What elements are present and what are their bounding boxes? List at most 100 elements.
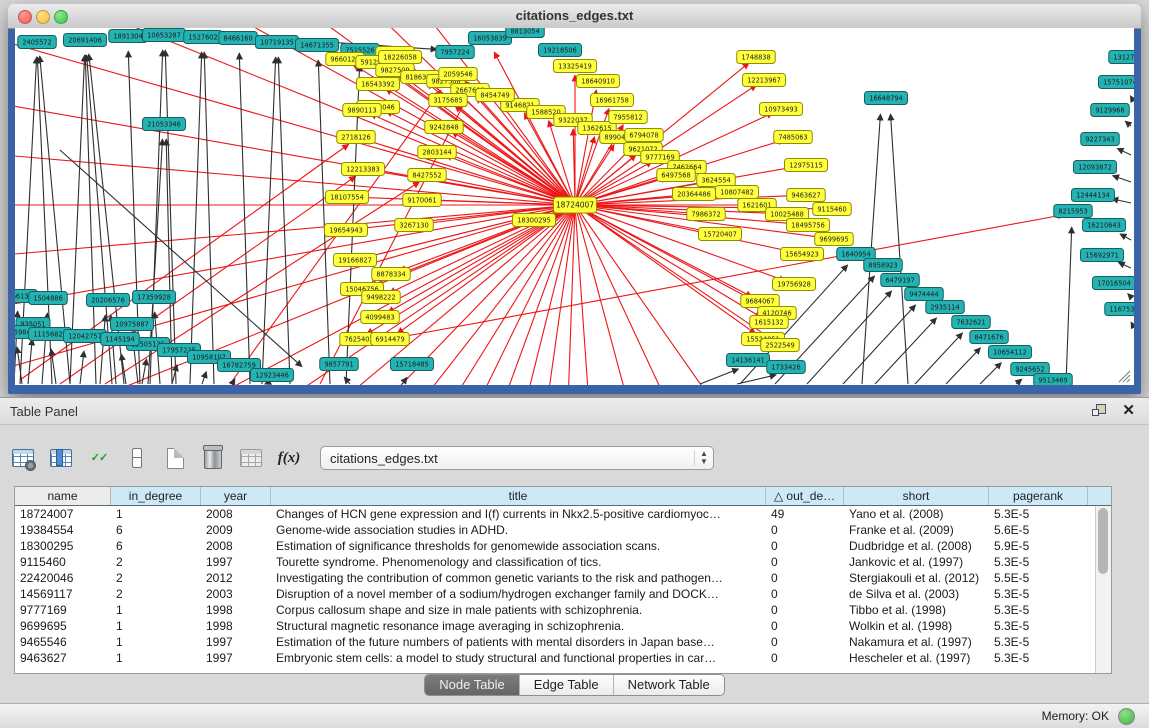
- graph-node[interactable]: 1167533: [1105, 303, 1134, 316]
- table-cell[interactable]: Changes of HCN gene expression and I(f) …: [271, 507, 766, 521]
- table-cell[interactable]: Wolkin et al. (1998): [844, 619, 989, 633]
- new-table-button[interactable]: [162, 445, 188, 471]
- table-cell[interactable]: 1: [111, 651, 201, 665]
- table-cell[interactable]: Tourette syndrome. Phenomenology and cla…: [271, 555, 766, 569]
- tab-edge-table[interactable]: Edge Table: [520, 675, 614, 695]
- graph-node[interactable]: 17359928: [133, 291, 176, 304]
- graph-node[interactable]: 9890113: [343, 104, 382, 117]
- table-cell[interactable]: 5.6E-5: [989, 523, 1088, 537]
- graph-node[interactable]: 9115460: [813, 203, 852, 216]
- graph-node[interactable]: 12444134: [1072, 189, 1115, 202]
- graph-node[interactable]: 10807482: [716, 186, 759, 199]
- table-cell[interactable]: 5.9E-5: [989, 539, 1088, 553]
- window-resize-grip[interactable]: [1117, 369, 1131, 383]
- graph-node[interactable]: 19756928: [773, 278, 816, 291]
- graph-node[interactable]: 8471676: [970, 331, 1009, 344]
- graph-node[interactable]: 8466160: [219, 32, 258, 45]
- graph-node[interactable]: 9227343: [1081, 133, 1120, 146]
- table-row[interactable]: 1456911722003Disruption of a novel membe…: [15, 586, 1111, 602]
- table-cell[interactable]: 1: [111, 619, 201, 633]
- graph-node[interactable]: 1504886: [29, 292, 68, 305]
- graph-node[interactable]: 20691406: [64, 34, 107, 47]
- graph-node[interactable]: 19654943: [325, 224, 368, 237]
- graph-node[interactable]: 20364486: [673, 188, 716, 201]
- table-cell[interactable]: 5.3E-5: [989, 619, 1088, 633]
- table-row[interactable]: 969969511998Structural magnetic resonanc…: [15, 618, 1111, 634]
- graph-node[interactable]: 7986372: [687, 208, 726, 221]
- table-cell[interactable]: Nakamura et al. (1997): [844, 635, 989, 649]
- graph-node[interactable]: 15751074: [1099, 76, 1135, 89]
- table-cell[interactable]: 2009: [201, 523, 271, 537]
- graph-node[interactable]: 19218506: [539, 44, 582, 57]
- function-builder-button[interactable]: f(x): [276, 445, 302, 471]
- graph-node[interactable]: 12213383: [342, 163, 385, 176]
- table-cell[interactable]: Embryonic stem cells: a model to study s…: [271, 651, 766, 665]
- graph-node[interactable]: 16543392: [357, 78, 400, 91]
- graph-node[interactable]: 19166827: [334, 254, 377, 267]
- table-cell[interactable]: 1998: [201, 603, 271, 617]
- graph-node[interactable]: 6497568: [657, 169, 696, 182]
- table-cell[interactable]: 5.3E-5: [989, 651, 1088, 665]
- column-header-title[interactable]: title: [271, 487, 766, 505]
- graph-node[interactable]: 18640910: [577, 75, 620, 88]
- graph-node[interactable]: 2522549: [761, 339, 800, 352]
- table-cell[interactable]: 0: [766, 523, 844, 537]
- graph-node[interactable]: 18495756: [787, 219, 830, 232]
- graph-node[interactable]: 15654923: [781, 248, 824, 261]
- delete-table-button[interactable]: [200, 445, 226, 471]
- table-cell[interactable]: 0: [766, 635, 844, 649]
- graph-node[interactable]: 9684067: [741, 295, 780, 308]
- table-cell[interactable]: Genome-wide association studies in ADHD.: [271, 523, 766, 537]
- table-cell[interactable]: 5.3E-5: [989, 555, 1088, 569]
- table-row[interactable]: 2242004622012Investigating the contribut…: [15, 570, 1111, 586]
- graph-node[interactable]: 6479197: [881, 274, 920, 287]
- graph-node[interactable]: 9463627: [787, 189, 826, 202]
- graph-node[interactable]: 12042757: [64, 330, 107, 343]
- table-cell[interactable]: 2: [111, 555, 201, 569]
- graph-node[interactable]: 3624554: [697, 174, 736, 187]
- graph-node[interactable]: 15720407: [699, 228, 742, 241]
- table-cell[interactable]: Structural magnetic resonance image aver…: [271, 619, 766, 633]
- table-cell[interactable]: Estimation of significance thresholds fo…: [271, 539, 766, 553]
- table-row[interactable]: 1938455462009Genome-wide association stu…: [15, 522, 1111, 538]
- row-height-button[interactable]: [124, 445, 150, 471]
- graph-node[interactable]: 2405572: [18, 36, 57, 49]
- table-cell[interactable]: Yano et al. (2008): [844, 507, 989, 521]
- table-cell[interactable]: 0: [766, 539, 844, 553]
- graph-node[interactable]: 18724007: [554, 197, 597, 213]
- table-cell[interactable]: Hescheler et al. (1997): [844, 651, 989, 665]
- graph-node[interactable]: 20206576: [87, 294, 130, 307]
- graph-node[interactable]: 18300295: [513, 214, 556, 227]
- table-cell[interactable]: 9115460: [15, 555, 111, 569]
- table-cell[interactable]: 9465546: [15, 635, 111, 649]
- graph-node[interactable]: 16053839: [469, 32, 512, 45]
- table-cell[interactable]: Investigating the contribution of common…: [271, 571, 766, 585]
- table-cell[interactable]: 0: [766, 619, 844, 633]
- graph-node[interactable]: 9474444: [905, 288, 944, 301]
- table-cell[interactable]: 2008: [201, 539, 271, 553]
- table-row[interactable]: 946362711997Embryonic stem cells: a mode…: [15, 650, 1111, 666]
- column-header-short[interactable]: short: [844, 487, 989, 505]
- table-cell[interactable]: 2003: [201, 587, 271, 601]
- table-cell[interactable]: Disruption of a novel member of a sodium…: [271, 587, 766, 601]
- tab-network-table[interactable]: Network Table: [614, 675, 724, 695]
- table-cell[interactable]: 18724007: [15, 507, 111, 521]
- column-header-name[interactable]: name: [15, 487, 111, 505]
- table-cell[interactable]: 1: [111, 635, 201, 649]
- table-cell[interactable]: 5.3E-5: [989, 507, 1088, 521]
- graph-node[interactable]: 8878334: [372, 268, 411, 281]
- graph-node[interactable]: 9498222: [362, 291, 401, 304]
- table-cell[interactable]: Jankovic et al. (1997): [844, 555, 989, 569]
- graph-node[interactable]: 8427552: [408, 169, 447, 182]
- graph-node[interactable]: 6914479: [371, 333, 410, 346]
- graph-node[interactable]: 7485063: [774, 131, 813, 144]
- graph-node[interactable]: 10973493: [760, 103, 803, 116]
- graph-node[interactable]: 14136141: [727, 354, 770, 367]
- table-cell[interactable]: 0: [766, 555, 844, 569]
- scrollbar-thumb[interactable]: [1098, 508, 1108, 574]
- table-row[interactable]: 1830029562008Estimation of significance …: [15, 538, 1111, 554]
- graph-node[interactable]: 21053346: [143, 118, 186, 131]
- table-row[interactable]: 911546021997Tourette syndrome. Phenomeno…: [15, 554, 1111, 570]
- graph-node[interactable]: 12213967: [743, 74, 786, 87]
- table-cell[interactable]: 1997: [201, 555, 271, 569]
